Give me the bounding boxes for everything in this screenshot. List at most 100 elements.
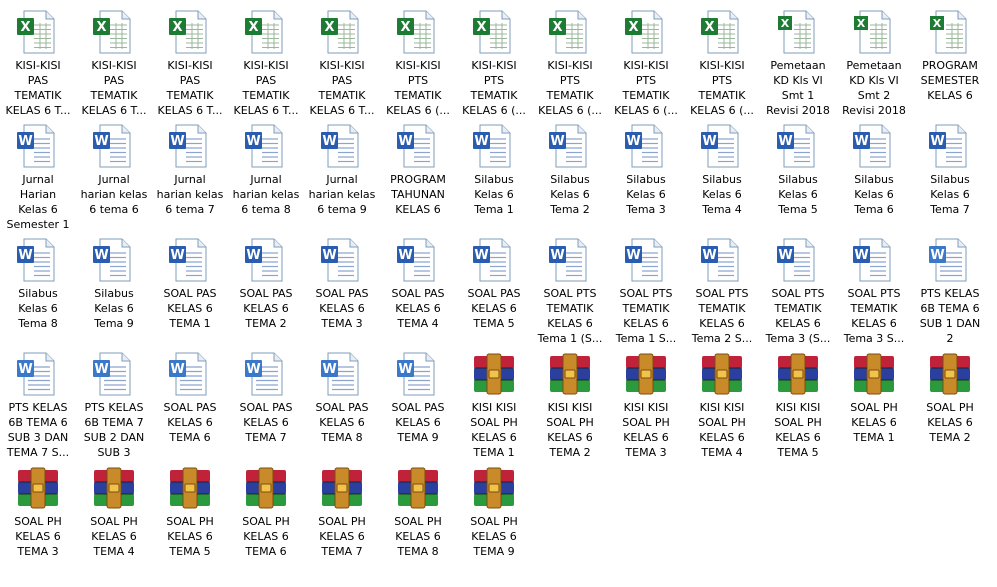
file-item[interactable]: X KISI-KISI PAS TEMATIK KELAS 6 T...: [0, 6, 76, 120]
svg-text:W: W: [930, 134, 944, 149]
file-item[interactable]: W Silabus Kelas 6 Tema 4: [684, 120, 760, 234]
excel-icon: X: [14, 6, 62, 56]
file-label: SOAL PH KELAS 6 TEMA 7: [318, 515, 366, 558]
file-item[interactable]: X KISI-KISI PAS TEMATIK KELAS 6 T...: [304, 6, 380, 120]
file-label: KISI-KISI PTS TEMATIK KELAS 6 (...: [690, 59, 754, 117]
file-item[interactable]: X KISI-KISI PAS TEMATIK KELAS 6 T...: [152, 6, 228, 120]
file-item[interactable]: W PTS KELAS 6B TEMA 7 SUB 2 DAN SUB 3: [76, 348, 152, 462]
word-icon: W: [698, 120, 746, 170]
excel-icon: X: [242, 6, 290, 56]
file-item[interactable]: SOAL PH KELAS 6 TEMA 2: [912, 348, 988, 462]
file-item[interactable]: W SOAL PTS TEMATIK KELAS 6 Tema 1 (S...: [532, 234, 608, 348]
file-label: SOAL PTS TEMATIK KELAS 6 Tema 1 (S...: [537, 287, 603, 345]
file-label: SOAL PH KELAS 6 TEMA 2: [926, 401, 974, 444]
file-item[interactable]: W Silabus Kelas 6 Tema 7: [912, 120, 988, 234]
svg-text:W: W: [550, 248, 564, 263]
file-label: Silabus Kelas 6 Tema 9: [94, 287, 134, 330]
file-item[interactable]: W SOAL PAS KELAS 6 TEMA 4: [380, 234, 456, 348]
file-item[interactable]: W SOAL PTS TEMATIK KELAS 6 Tema 3 (S...: [760, 234, 836, 348]
file-item[interactable]: SOAL PH KELAS 6 TEMA 6: [228, 462, 304, 576]
file-item[interactable]: W SOAL PTS TEMATIK KELAS 6 Tema 3 S...: [836, 234, 912, 348]
file-label: SOAL PTS TEMATIK KELAS 6 Tema 3 S...: [843, 287, 905, 345]
file-item[interactable]: X KISI-KISI PTS TEMATIK KELAS 6 (...: [532, 6, 608, 120]
file-item[interactable]: W Jurnal harian kelas 6 tema 8: [228, 120, 304, 234]
file-label: SOAL PAS KELAS 6 TEMA 7: [239, 401, 293, 444]
svg-text:W: W: [170, 362, 184, 377]
file-item[interactable]: W Jurnal harian kelas 6 tema 9: [304, 120, 380, 234]
excel-sheet-icon: X: [850, 6, 898, 56]
file-item[interactable]: W PTS KELAS 6B TEMA 6 SUB 3 DAN TEMA 7 S…: [0, 348, 76, 462]
winrar-icon: [394, 462, 442, 512]
file-item[interactable]: W SOAL PAS KELAS 6 TEMA 7: [228, 348, 304, 462]
file-item[interactable]: X Pemetaan KD Kls VI Smt 2 Revisi 2018: [836, 6, 912, 120]
file-item[interactable]: SOAL PH KELAS 6 TEMA 8: [380, 462, 456, 576]
file-item[interactable]: SOAL PH KELAS 6 TEMA 3: [0, 462, 76, 576]
file-item[interactable]: X PROGRAM SEMESTER KELAS 6: [912, 6, 988, 120]
file-item[interactable]: W PTS KELAS 6B TEMA 6 SUB 1 DAN 2: [912, 234, 988, 348]
file-item[interactable]: KISI KISI SOAL PH KELAS 6 TEMA 2: [532, 348, 608, 462]
file-label: KISI-KISI PTS TEMATIK KELAS 6 (...: [462, 59, 526, 117]
excel-icon: X: [622, 6, 670, 56]
word-icon: W: [242, 120, 290, 170]
file-item[interactable]: W SOAL PTS TEMATIK KELAS 6 Tema 1 S...: [608, 234, 684, 348]
file-item[interactable]: W Silabus Kelas 6 Tema 5: [760, 120, 836, 234]
winrar-icon: [318, 462, 366, 512]
file-item[interactable]: SOAL PH KELAS 6 TEMA 9: [456, 462, 532, 576]
winrar-icon: [166, 462, 214, 512]
file-item[interactable]: X KISI-KISI PTS TEMATIK KELAS 6 (...: [608, 6, 684, 120]
file-item[interactable]: W Jurnal Harian Kelas 6 Semester 1: [0, 120, 76, 234]
file-item[interactable]: SOAL PH KELAS 6 TEMA 1: [836, 348, 912, 462]
file-label: SOAL PTS TEMATIK KELAS 6 Tema 1 S...: [615, 287, 677, 345]
file-item[interactable]: X KISI-KISI PAS TEMATIK KELAS 6 T...: [228, 6, 304, 120]
file-item[interactable]: W Jurnal harian kelas 6 tema 6: [76, 120, 152, 234]
file-item[interactable]: KISI KISI SOAL PH KELAS 6 TEMA 4: [684, 348, 760, 462]
svg-text:W: W: [550, 134, 564, 149]
file-label: PROGRAM SEMESTER KELAS 6: [920, 59, 980, 102]
word-icon: W: [242, 234, 290, 284]
file-item[interactable]: W PROGRAM TAHUNAN KELAS 6: [380, 120, 456, 234]
file-item[interactable]: X Pemetaan KD Kls VI Smt 1 Revisi 2018: [760, 6, 836, 120]
file-item[interactable]: W SOAL PTS TEMATIK KELAS 6 Tema 2 S...: [684, 234, 760, 348]
file-item[interactable]: W Silabus Kelas 6 Tema 1: [456, 120, 532, 234]
file-item[interactable]: W Silabus Kelas 6 Tema 3: [608, 120, 684, 234]
svg-text:W: W: [626, 248, 640, 263]
file-item[interactable]: W Silabus Kelas 6 Tema 8: [0, 234, 76, 348]
svg-text:X: X: [628, 20, 638, 35]
svg-text:W: W: [626, 134, 640, 149]
file-item[interactable]: W SOAL PAS KELAS 6 TEMA 6: [152, 348, 228, 462]
file-item[interactable]: W SOAL PAS KELAS 6 TEMA 2: [228, 234, 304, 348]
file-item[interactable]: SOAL PH KELAS 6 TEMA 5: [152, 462, 228, 576]
svg-text:X: X: [933, 17, 942, 30]
file-item[interactable]: W SOAL PAS KELAS 6 TEMA 8: [304, 348, 380, 462]
word-icon: W: [546, 120, 594, 170]
word-icon: W: [90, 234, 138, 284]
file-label: SOAL PH KELAS 6 TEMA 1: [850, 401, 898, 444]
file-label: KISI-KISI PAS TEMATIK KELAS 6 T...: [5, 59, 71, 117]
file-item[interactable]: W Silabus Kelas 6 Tema 2: [532, 120, 608, 234]
excel-sheet-icon: X: [926, 6, 974, 56]
file-item[interactable]: W SOAL PAS KELAS 6 TEMA 9: [380, 348, 456, 462]
file-item[interactable]: KISI KISI SOAL PH KELAS 6 TEMA 5: [760, 348, 836, 462]
file-item[interactable]: W Jurnal harian kelas 6 tema 7: [152, 120, 228, 234]
svg-text:W: W: [322, 134, 336, 149]
file-item[interactable]: W Silabus Kelas 6 Tema 6: [836, 120, 912, 234]
file-item[interactable]: SOAL PH KELAS 6 TEMA 7: [304, 462, 380, 576]
svg-text:W: W: [474, 134, 488, 149]
word-icon: W: [470, 234, 518, 284]
file-label: SOAL PH KELAS 6 TEMA 3: [14, 515, 62, 558]
file-item[interactable]: KISI KISI SOAL PH KELAS 6 TEMA 1: [456, 348, 532, 462]
file-item[interactable]: W SOAL PAS KELAS 6 TEMA 3: [304, 234, 380, 348]
file-item[interactable]: X KISI-KISI PAS TEMATIK KELAS 6 T...: [76, 6, 152, 120]
file-item[interactable]: SOAL PH KELAS 6 TEMA 4: [76, 462, 152, 576]
file-label: SOAL PAS KELAS 6 TEMA 8: [315, 401, 369, 444]
file-item[interactable]: KISI KISI SOAL PH KELAS 6 TEMA 3: [608, 348, 684, 462]
file-item[interactable]: X KISI-KISI PTS TEMATIK KELAS 6 (...: [684, 6, 760, 120]
file-label: Silabus Kelas 6 Tema 5: [778, 173, 818, 216]
file-item[interactable]: W SOAL PAS KELAS 6 TEMA 5: [456, 234, 532, 348]
word-old-icon: W: [166, 348, 214, 398]
file-item[interactable]: X KISI-KISI PTS TEMATIK KELAS 6 (...: [456, 6, 532, 120]
svg-text:W: W: [246, 248, 260, 263]
file-item[interactable]: X KISI-KISI PTS TEMATIK KELAS 6 (...: [380, 6, 456, 120]
file-item[interactable]: W SOAL PAS KELAS 6 TEMA 1: [152, 234, 228, 348]
file-item[interactable]: W Silabus Kelas 6 Tema 9: [76, 234, 152, 348]
